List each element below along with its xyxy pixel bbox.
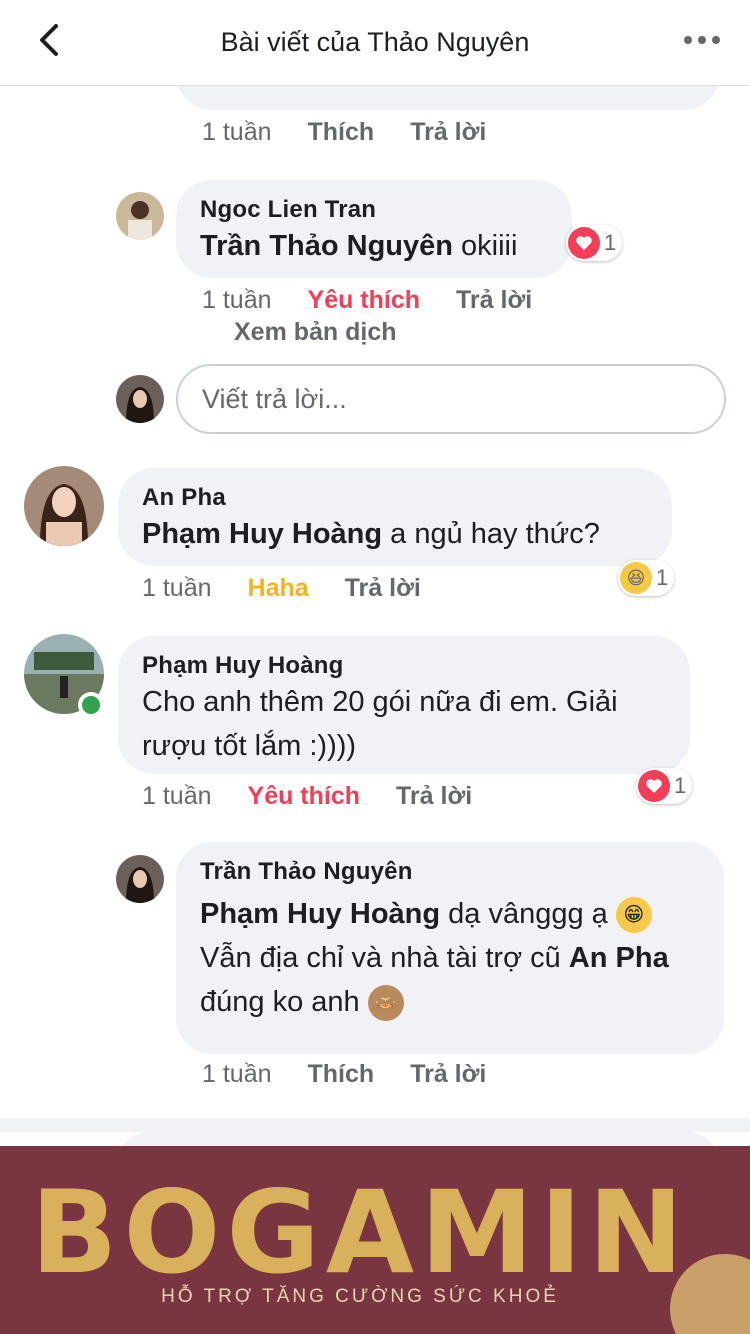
comment-time: 1 tuần	[142, 574, 212, 602]
comment-body: đúng ko anh	[200, 986, 368, 1018]
comment-actions: 1 tuần Haha Trả lời	[142, 574, 421, 603]
comment-body: dạ vânggg ạ	[440, 898, 616, 930]
comment-author[interactable]: An Pha	[142, 484, 648, 512]
reply-placeholder: Viết trả lời...	[202, 383, 347, 414]
mention[interactable]: Phạm Huy Hoàng	[142, 518, 382, 550]
mention[interactable]: An Pha	[569, 942, 669, 974]
mention[interactable]: Phạm Huy Hoàng	[200, 898, 440, 930]
grin-emoji-icon: 😁	[615, 897, 652, 934]
reply-button[interactable]: Trả lời	[410, 118, 486, 147]
avatar[interactable]	[116, 192, 164, 240]
reply-button[interactable]: Trả lời	[410, 1060, 486, 1089]
comment-actions: 1 tuần Yêu thích Trả lời	[142, 782, 472, 811]
see-no-evil-monkey-emoji-icon: 🙈	[367, 985, 404, 1022]
comment-time: 1 tuần	[202, 286, 272, 314]
comment-bubble: Ngoc Lien Tran Trần Thảo Nguyên okiiii	[176, 180, 572, 278]
comment-actions: 1 tuần Thích Trả lời	[202, 118, 486, 147]
comment-bubble: Phạm Huy Hoàng Cho anh thêm 20 gói nữa đ…	[118, 636, 690, 774]
comment-text: Cho anh thêm 20 gói nữa đi em. Giải rượu…	[142, 686, 618, 762]
reaction-count[interactable]: 😆 1	[618, 560, 675, 596]
comment-body: Vẫn địa chỉ và nhà tài trợ cũ	[200, 942, 569, 974]
heart-icon	[568, 227, 600, 259]
more-options-icon[interactable]	[684, 28, 720, 52]
love-button[interactable]: Yêu thích	[308, 286, 421, 315]
brand-tagline: HỖ TRỢ TĂNG CƯỜNG SỨC KHOẺ	[161, 1286, 559, 1307]
comment-text: Trần Thảo Nguyên okiiii	[200, 224, 548, 268]
comment-bubble: An Pha Phạm Huy Hoàng a ngủ hay thức?	[118, 468, 672, 566]
mention[interactable]: Trần Thảo Nguyên	[200, 230, 453, 262]
comment-text: Phạm Huy Hoàng a ngủ hay thức?	[142, 512, 648, 556]
comment-text: Phạm Huy Hoàng dạ vânggg ạ 😁 Vẫn địa chỉ…	[200, 892, 700, 1024]
see-translation-link[interactable]: Xem bản dịch	[234, 318, 397, 347]
reply-input[interactable]: Viết trả lời...	[176, 364, 726, 434]
comment-actions: 1 tuần Thích Trả lời	[202, 1060, 486, 1089]
reaction-number: 1	[674, 773, 687, 798]
comment-body: a ngủ hay thức?	[382, 518, 600, 550]
reaction-count[interactable]: 1	[636, 768, 693, 804]
comment-author[interactable]: Trần Thảo Nguyên	[200, 858, 700, 886]
comment-time: 1 tuần	[202, 1060, 272, 1088]
reply-button[interactable]: Trả lời	[396, 782, 472, 811]
like-button[interactable]: Thích	[308, 118, 375, 147]
like-button[interactable]: Thích	[308, 1060, 375, 1089]
comment-bubble: Trần Thảo Nguyên Phạm Huy Hoàng dạ vângg…	[176, 842, 724, 1054]
avatar	[116, 375, 164, 423]
comment-time: 1 tuần	[202, 118, 272, 146]
reaction-number: 1	[604, 230, 617, 255]
reaction-count[interactable]: 1	[566, 225, 623, 261]
avatar[interactable]	[24, 466, 104, 546]
back-arrow-icon[interactable]	[30, 20, 70, 60]
haha-icon: 😆	[620, 562, 652, 594]
comment-body: okiiii	[452, 230, 518, 262]
brand-logo: BOGAMIN	[30, 1166, 690, 1299]
comment-time: 1 tuần	[142, 782, 212, 810]
app-header: Bài viết của Thảo Nguyên	[0, 0, 750, 86]
comment-author[interactable]: Phạm Huy Hoàng	[142, 652, 666, 680]
heart-icon	[638, 770, 670, 802]
section-divider	[0, 1118, 750, 1132]
haha-button[interactable]: Haha	[248, 574, 309, 603]
reply-button[interactable]: Trả lời	[456, 286, 532, 315]
online-status-indicator	[78, 692, 104, 718]
reply-button[interactable]: Trả lời	[345, 574, 421, 603]
reaction-number: 1	[656, 565, 669, 590]
love-button[interactable]: Yêu thích	[248, 782, 361, 811]
avatar[interactable]	[116, 855, 164, 903]
comment-actions: 1 tuần Yêu thích Trả lời	[202, 286, 532, 315]
promo-banner[interactable]: BOGAMIN HỖ TRỢ TĂNG CƯỜNG SỨC KHOẺ	[0, 1146, 750, 1334]
comment-author[interactable]: Ngoc Lien Tran	[200, 196, 548, 224]
page-title: Bài viết của Thảo Nguyên	[220, 27, 530, 57]
